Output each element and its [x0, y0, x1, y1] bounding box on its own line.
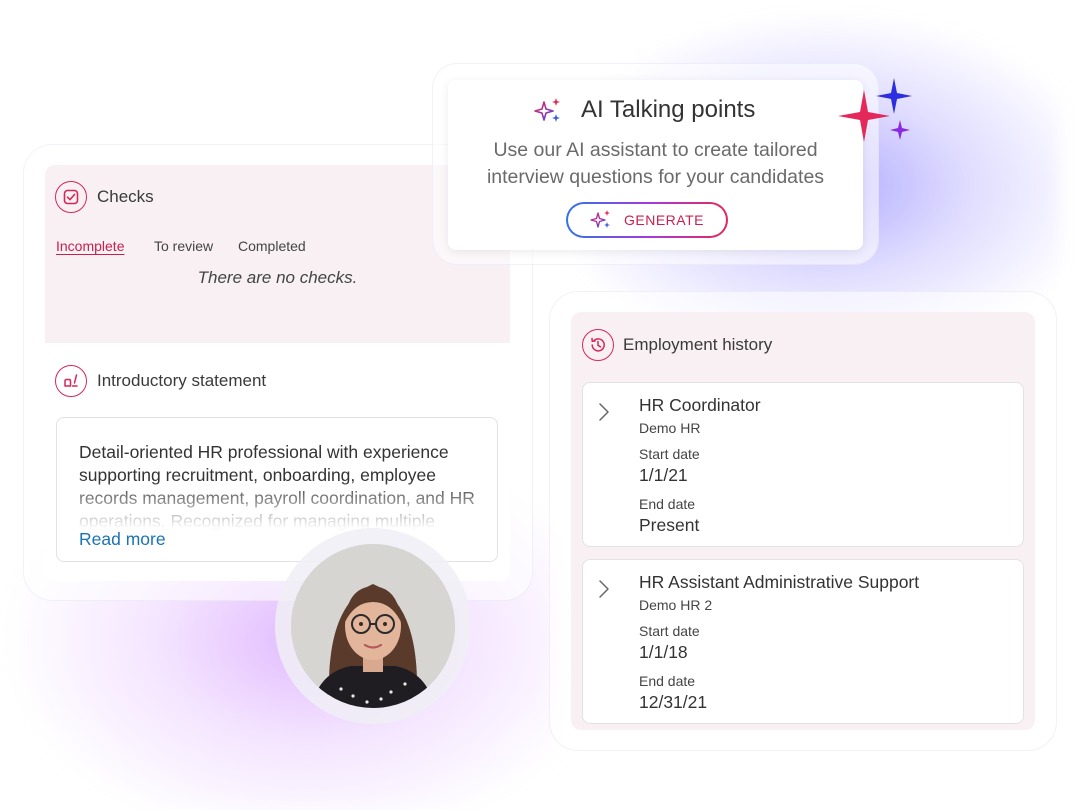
start-date-value: 1/1/21: [639, 465, 688, 485]
generate-button-label: GENERATE: [624, 212, 704, 228]
job-item[interactable]: HR Assistant Administrative Support Demo…: [582, 559, 1024, 724]
job-title: HR Assistant Administrative Support: [639, 572, 920, 592]
sparkles-decoration-icon: [838, 78, 918, 151]
end-date-value: Present: [639, 515, 700, 535]
checks-title: Checks: [97, 187, 154, 206]
empty-checks-message: There are no checks.: [197, 268, 358, 287]
chevron-right-icon[interactable]: [597, 401, 611, 423]
intro-fade: [57, 480, 497, 535]
ai-description: Use our AI assistant to create tailored …: [448, 137, 863, 191]
history-icon: [582, 329, 614, 361]
chevron-right-icon[interactable]: [597, 578, 611, 600]
avatar: [291, 544, 455, 708]
job-title: HR Coordinator: [639, 395, 761, 415]
tab-completed[interactable]: Completed: [238, 238, 306, 254]
end-date-label: End date: [639, 496, 696, 512]
read-more-link[interactable]: Read more: [79, 529, 176, 550]
end-date-value: 12/31/21: [639, 692, 708, 712]
sparkles-icon: [590, 210, 610, 228]
end-date-label: End date: [639, 673, 696, 689]
start-date-label: Start date: [639, 623, 700, 639]
start-date-value: 1/1/18: [639, 642, 688, 662]
ai-title: AI Talking points: [581, 96, 756, 123]
job-company: Demo HR: [639, 420, 701, 436]
intro-title: Introductory statement: [97, 371, 267, 390]
generate-button[interactable]: GENERATE: [566, 202, 728, 238]
tab-to-review[interactable]: To review: [154, 238, 213, 254]
sparkles-icon: [533, 96, 565, 131]
employment-title: Employment history: [623, 335, 773, 354]
tab-incomplete[interactable]: Incomplete: [56, 238, 124, 254]
checkbox-icon: [55, 181, 87, 213]
job-item[interactable]: HR Coordinator Demo HR Start date 1/1/21…: [582, 382, 1024, 547]
intro-text-box: Detail-oriented HR professional with exp…: [56, 417, 498, 562]
job-company: Demo HR 2: [639, 597, 713, 613]
hand-pen-icon: [55, 365, 87, 397]
start-date-label: Start date: [639, 446, 700, 462]
ai-description-line-2: interview questions for your candidates: [486, 166, 825, 188]
ai-description-line-1: Use our AI assistant to create tailored: [493, 139, 818, 161]
generate-button-body: GENERATE: [568, 204, 726, 236]
